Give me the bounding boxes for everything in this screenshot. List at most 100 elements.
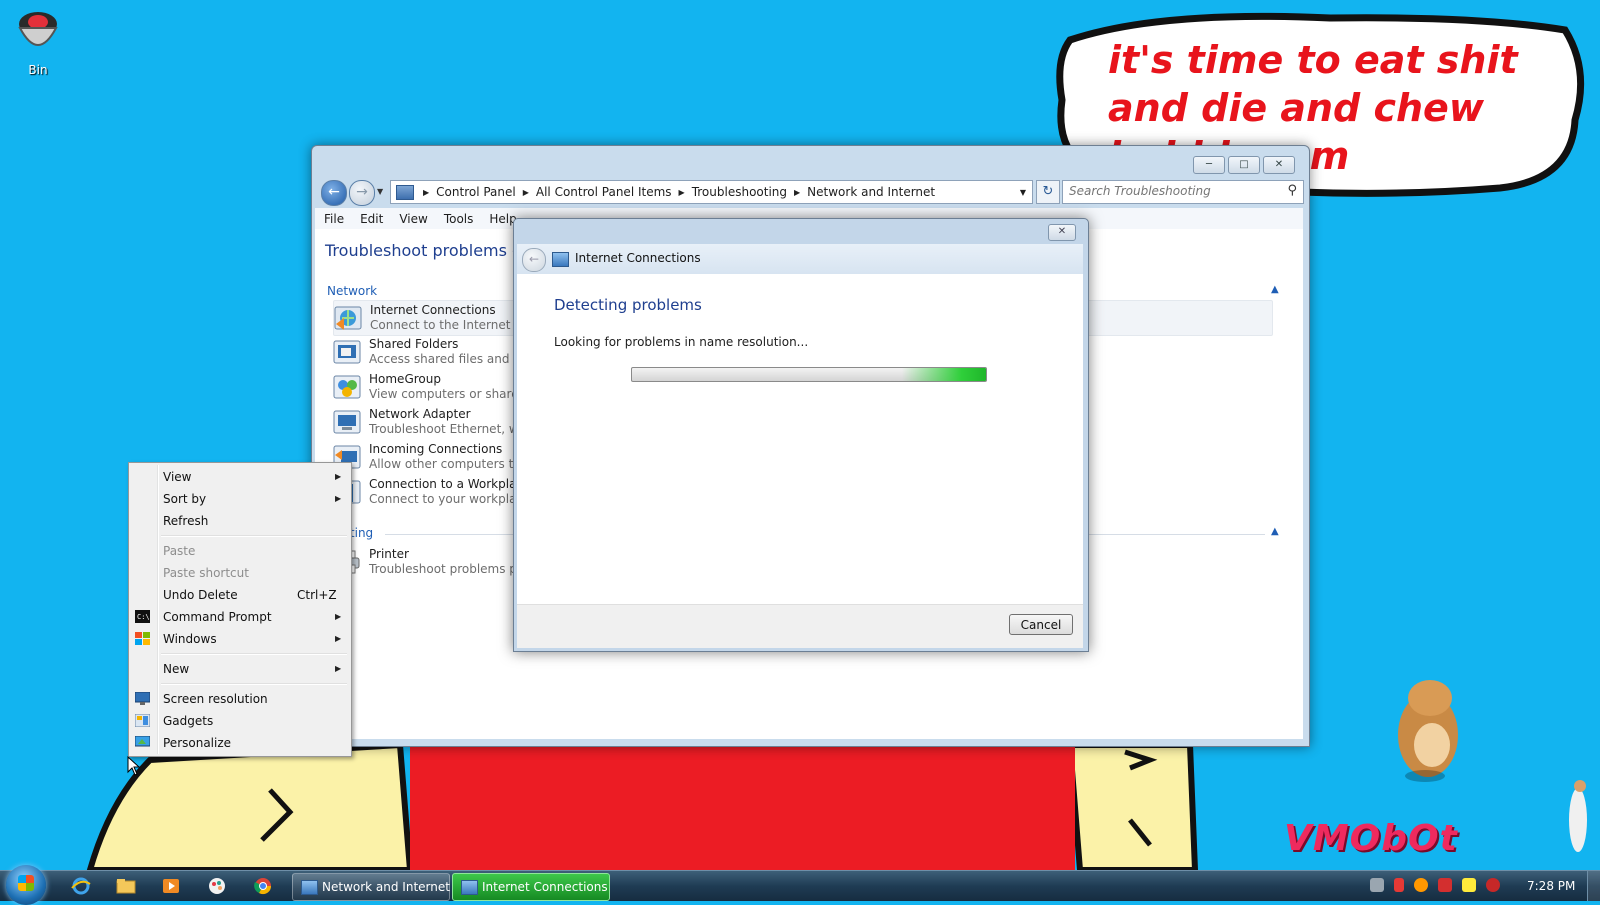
submenu-arrow-icon: ▶ (335, 494, 342, 503)
breadcrumb-troubleshooting[interactable]: Troubleshooting (692, 185, 787, 199)
show-desktop-button[interactable] (1587, 871, 1600, 901)
breadcrumb-separator-icon[interactable]: ▶ (679, 188, 685, 197)
desktop-context-menu: View ▶ Sort by ▶ Refresh Paste Paste sho… (128, 462, 352, 757)
arrow-left-icon: ← (528, 252, 540, 266)
taskbar-button-label: Internet Connections (482, 880, 608, 894)
item-title: Shared Folders (369, 337, 459, 351)
search-box[interactable]: ⚲ (1062, 180, 1304, 204)
item-title: Printer (369, 547, 409, 561)
file-explorer-icon[interactable] (115, 876, 137, 896)
shared-folders-icon (333, 340, 361, 364)
submenu-arrow-icon: ▶ (335, 634, 342, 643)
menu-item-new[interactable]: New ▶ (129, 658, 351, 680)
item-title: Network Adapter (369, 407, 471, 421)
troubleshooter-dialog: ✕ ← Internet Connections Detecting probl… (513, 218, 1089, 652)
taskbar-button-network-and-internet[interactable]: Network and Internet (292, 873, 450, 901)
menu-item-label: Screen resolution (163, 692, 268, 706)
network-adapter-icon (333, 410, 361, 434)
menu-item-paste-shortcut: Paste shortcut (129, 562, 351, 584)
taskbar-button-internet-connections[interactable]: Internet Connections (452, 873, 610, 901)
collapse-chevron-icon[interactable]: ▲ (1271, 526, 1279, 537)
taskbar-clock[interactable]: 7:28 PM (1527, 879, 1575, 893)
search-tray-icon[interactable] (1414, 878, 1428, 892)
search-icon[interactable]: ⚲ (1287, 183, 1297, 198)
submenu-arrow-icon: ▶ (335, 612, 342, 621)
window-controls: ─ □ ✕ (1193, 156, 1295, 174)
refresh-button[interactable]: ↻ (1036, 180, 1060, 204)
submenu-arrow-icon: ▶ (335, 472, 342, 481)
menu-item-label: New (163, 662, 190, 676)
submenu-arrow-icon: ▶ (335, 664, 342, 673)
network-tray-icon[interactable] (1370, 878, 1384, 892)
progress-bar (631, 367, 987, 382)
menu-file[interactable]: File (324, 212, 344, 226)
notification-tray-icon[interactable] (1462, 878, 1476, 892)
menu-item-view[interactable]: View ▶ (129, 466, 351, 488)
menu-item-personalize[interactable]: Personalize (129, 732, 351, 754)
menu-edit[interactable]: Edit (360, 212, 383, 226)
item-title: HomeGroup (369, 372, 441, 386)
menu-separator (161, 683, 347, 685)
personalize-icon (135, 736, 150, 747)
menu-item-sort-by[interactable]: Sort by ▶ (129, 488, 351, 510)
antivirus-tray-icon[interactable] (1394, 878, 1404, 892)
internet-explorer-icon[interactable] (70, 876, 92, 896)
address-bar[interactable]: ▶ Control Panel ▶ All Control Panel Item… (390, 180, 1033, 204)
arrow-right-icon: → (356, 184, 368, 200)
maximize-button[interactable]: □ (1228, 156, 1260, 174)
group-header-network: Network (327, 284, 378, 298)
arrow-left-icon: ← (328, 184, 340, 200)
menu-item-label: Command Prompt (163, 610, 272, 624)
gadgets-icon (135, 714, 150, 727)
media-player-icon[interactable] (160, 876, 182, 896)
watermark-text: VMObOt (1284, 818, 1458, 859)
menu-item-undo-delete[interactable]: Undo Delete Ctrl+Z (129, 584, 351, 606)
dialog-status-message: Looking for problems in name resolution.… (554, 335, 809, 349)
homegroup-icon (333, 375, 361, 399)
menu-item-label: Paste shortcut (163, 566, 249, 580)
start-button[interactable] (6, 865, 46, 905)
search-input[interactable] (1063, 181, 1275, 201)
chevron-down-icon[interactable]: ▼ (1020, 188, 1026, 197)
menu-view[interactable]: View (399, 212, 427, 226)
control-panel-icon (301, 880, 318, 895)
back-button[interactable]: ← (321, 180, 347, 206)
breadcrumb-separator-icon[interactable]: ▶ (423, 188, 429, 197)
breadcrumb-network-and-internet[interactable]: Network and Internet (807, 185, 935, 199)
dialog-header: ← Internet Connections (517, 244, 1083, 274)
system-tray (1370, 878, 1500, 892)
svg-text:C:\: C:\ (137, 613, 150, 621)
menu-item-label: View (163, 470, 192, 484)
forward-button[interactable]: → (349, 180, 375, 206)
menu-item-refresh[interactable]: Refresh (129, 510, 351, 532)
chrome-icon[interactable] (252, 876, 274, 896)
menu-item-label: Gadgets (163, 714, 214, 728)
recycle-bin-label: Bin (28, 63, 48, 77)
dialog-close-button[interactable]: ✕ (1048, 224, 1076, 241)
paint-icon[interactable] (206, 876, 228, 896)
menu-item-command-prompt[interactable]: C:\ Command Prompt ▶ (129, 606, 351, 628)
breadcrumb-control-panel[interactable]: Control Panel (436, 185, 516, 199)
collapse-chevron-icon[interactable]: ▲ (1271, 284, 1279, 295)
menu-item-label: Refresh (163, 514, 209, 528)
item-title: Incoming Connections (369, 442, 503, 456)
flag-tray-icon[interactable] (1438, 878, 1452, 892)
recent-pages-dropdown[interactable]: ▼ (377, 187, 383, 196)
power-tray-icon[interactable] (1486, 878, 1500, 892)
close-button[interactable]: ✕ (1263, 156, 1295, 174)
menu-item-gadgets[interactable]: Gadgets (129, 710, 351, 732)
control-panel-icon (396, 184, 414, 200)
internet-connections-icon (334, 306, 362, 330)
breadcrumb-separator-icon[interactable]: ▶ (523, 188, 529, 197)
recycle-bin-desktop-icon[interactable]: Bin (10, 6, 66, 77)
dialog-back-button[interactable]: ← (522, 248, 546, 272)
breadcrumb-all-items[interactable]: All Control Panel Items (536, 185, 672, 199)
menu-item-screen-resolution[interactable]: Screen resolution (129, 688, 351, 710)
menu-item-windows[interactable]: Windows ▶ (129, 628, 351, 650)
menu-item-shortcut: Ctrl+Z (297, 588, 337, 602)
breadcrumb-separator-icon[interactable]: ▶ (794, 188, 800, 197)
menu-tools[interactable]: Tools (444, 212, 474, 226)
minimize-button[interactable]: ─ (1193, 156, 1225, 174)
windows-logo-icon (18, 875, 34, 891)
cancel-button[interactable]: Cancel (1009, 614, 1073, 635)
